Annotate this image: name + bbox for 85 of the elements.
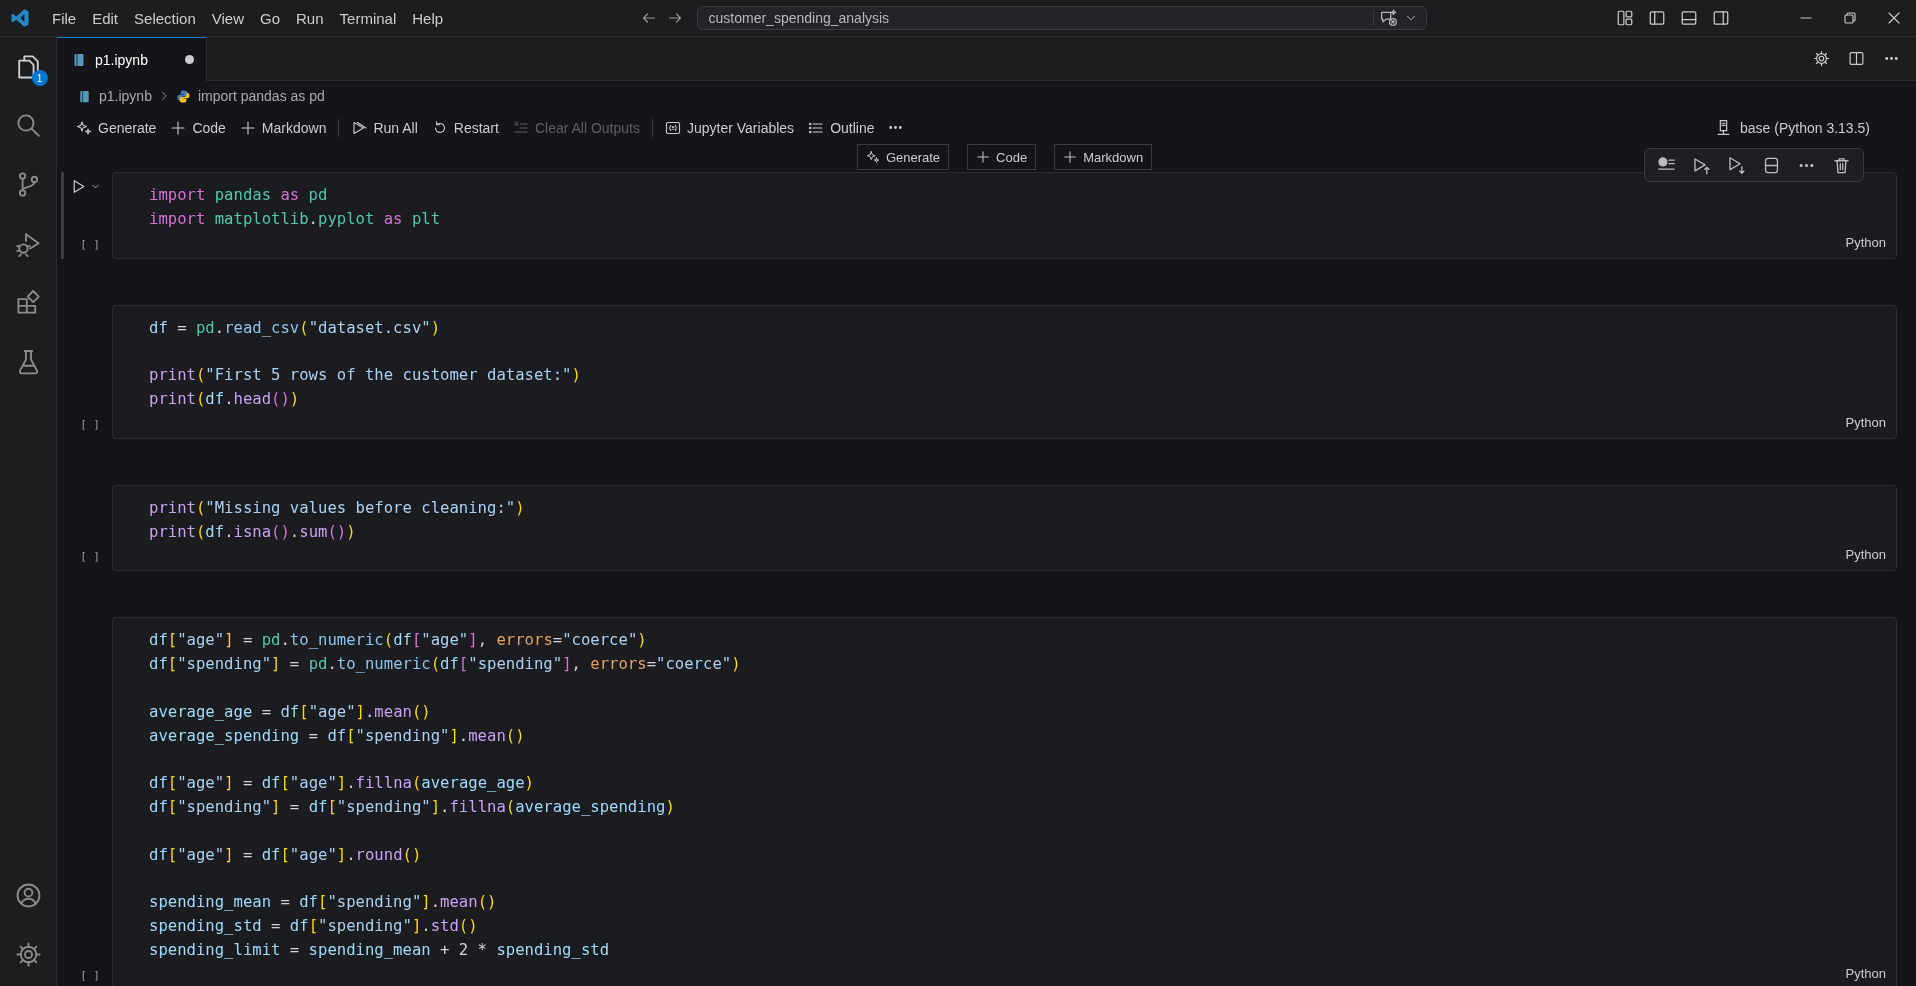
code-cell[interactable] — [112, 617, 1897, 986]
code-line: df = pd.read_csv("dataset.csv") — [149, 317, 442, 339]
plus-icon — [170, 119, 187, 136]
sidebar-icon[interactable] — [1712, 9, 1730, 27]
language-label[interactable]: Python — [1845, 234, 1886, 250]
code-line: spending_limit = spending_mean + 2 * spending_std — [149, 939, 611, 961]
clear-list-icon — [512, 119, 529, 136]
run-above-icon[interactable] — [1692, 155, 1711, 175]
menu-item[interactable]: Edit — [84, 5, 127, 31]
account-icon[interactable] — [14, 882, 42, 909]
kernel-icon — [1715, 119, 1732, 136]
variables-icon — [665, 119, 681, 136]
delete-icon[interactable] — [1832, 155, 1851, 175]
execution-count: [ ] — [80, 550, 100, 564]
bug-play-icon[interactable] — [14, 230, 42, 257]
generate-button[interactable]: Generate — [69, 116, 164, 139]
code-line: import matplotlib.pyplot as plt — [149, 208, 442, 230]
code-line: df["age"] = df["age"].round() — [149, 844, 423, 866]
notification-badge: 1 — [31, 70, 48, 86]
plus-icon — [239, 119, 256, 136]
code-line: print(df.isna().sum()) — [149, 521, 357, 543]
code-line: average_spending = df["spending"].mean() — [149, 725, 526, 747]
split-editor-icon[interactable] — [1848, 50, 1865, 67]
code-line: average_age = df["age"].mean() — [149, 701, 432, 723]
arrow-right-icon[interactable] — [666, 10, 683, 26]
generate-button[interactable]: Generate — [856, 144, 950, 170]
notebook-file-icon — [77, 88, 92, 104]
run-below-icon[interactable] — [1727, 155, 1746, 175]
code-line: print("Missing values before cleaning:") — [149, 497, 526, 519]
sparkle-icon — [76, 119, 92, 136]
settings-icon[interactable] — [1813, 50, 1830, 67]
sparkle-icon — [865, 150, 880, 164]
menu-item[interactable]: Selection — [126, 5, 204, 31]
plus-icon — [976, 150, 991, 164]
language-label[interactable]: Python — [1845, 547, 1886, 563]
app-logo-icon — [10, 8, 30, 28]
execution-count: [ ] — [80, 417, 100, 431]
menu-item[interactable]: Go — [252, 5, 288, 31]
editor-tab[interactable]: p1.ipynb — [57, 37, 207, 81]
kernel-picker[interactable]: base (Python 3.13.5) — [1715, 119, 1870, 136]
code-line: df["spending"] = df["spending"].fillna(average_spending) — [149, 796, 676, 818]
language-label[interactable]: Python — [1845, 414, 1886, 430]
panel-icon[interactable] — [1680, 9, 1698, 27]
code-cell[interactable]: import pandas as pd import matplotlib.pyplot as plt Python — [112, 172, 1897, 259]
play-icon — [351, 119, 368, 136]
code-cell[interactable]: df = pd.read_csv("dataset.csv") print("First 5 rows of the customer dataset:") print(df.head()) Python — [112, 304, 1897, 439]
code-line: df["age"] = pd.to_numeric(df["age"], errors="coerce") — [149, 630, 648, 652]
execution-count: [ ] — [80, 237, 100, 251]
code-line: spending_mean = df["spending"].mean() — [149, 892, 498, 914]
search-field[interactable]: customer_spending_analysis — [696, 6, 1427, 30]
close-icon[interactable] — [1886, 10, 1902, 26]
plus-icon — [1063, 150, 1078, 164]
menu-item[interactable]: Run — [288, 5, 332, 31]
layout-icon[interactable] — [1616, 9, 1634, 27]
chat-icon[interactable] — [1379, 9, 1398, 27]
restore-icon[interactable] — [1842, 10, 1858, 26]
code-line: print(df.head()) — [149, 389, 301, 410]
blocks-icon[interactable] — [14, 289, 42, 316]
restart-button[interactable]: Restart — [424, 116, 506, 139]
code-line: df["age"] = df["age"].fillna(average_age) — [149, 773, 535, 795]
variables-button[interactable]: Jupyter Variables — [658, 116, 802, 139]
execution-count: [ ] — [80, 968, 100, 982]
menu-item[interactable]: Terminal — [331, 5, 405, 31]
breadcrumb-item[interactable]: p1.ipynb — [77, 88, 152, 104]
menu-item[interactable]: View — [203, 5, 252, 31]
sidebar-icon[interactable] — [1648, 9, 1666, 27]
code-line: print("First 5 rows of the customer dataset:") — [149, 365, 582, 387]
menu-item[interactable]: Help — [404, 5, 452, 31]
outline-button[interactable]: Outline — [801, 116, 882, 139]
python-icon — [175, 88, 191, 104]
add-code-button[interactable]: Code — [163, 116, 233, 139]
breadcrumb-item[interactable]: import pandas as pd — [175, 88, 325, 104]
code-line: spending_std = df["spending"].std() — [149, 915, 479, 937]
arrow-left-icon[interactable] — [640, 10, 657, 26]
code-cell[interactable]: print("Missing values before cleaning:") print(df.isna().sum()) Python — [112, 484, 1897, 572]
run-all-button[interactable]: Run All — [344, 116, 425, 139]
settings-icon[interactable] — [14, 941, 42, 968]
split-cell-icon[interactable] — [1762, 155, 1781, 175]
code-line: import pandas as pd — [149, 185, 329, 206]
add-markdown-button[interactable]: Markdown — [232, 116, 334, 139]
language-label[interactable]: Python — [1845, 965, 1886, 981]
add-code-button[interactable]: Code — [967, 144, 1037, 170]
code-line: df["spending"] = pd.to_numeric(df["spending"], errors="coerce") — [149, 654, 742, 676]
menu-item[interactable]: File — [44, 5, 85, 31]
add-markdown-button[interactable]: Markdown — [1054, 144, 1153, 170]
